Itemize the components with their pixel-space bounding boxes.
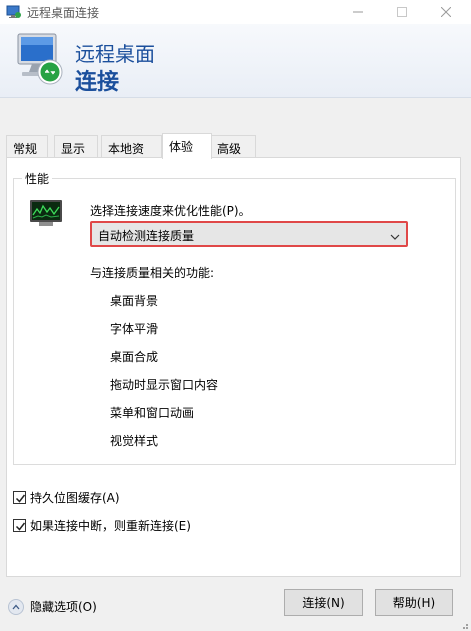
feature-item: 桌面背景 xyxy=(110,294,159,308)
banner-title-line1: 远程桌面 xyxy=(75,42,155,66)
connect-button-label: 连接(N) xyxy=(302,596,345,610)
hide-options-toggle[interactable]: 隐藏选项(O) xyxy=(8,598,97,615)
resize-grip-icon[interactable] xyxy=(459,619,469,629)
bitmap-cache-option[interactable]: 持久位图缓存(A) xyxy=(13,489,120,506)
tab-experience[interactable]: 体验 xyxy=(162,133,212,159)
chevron-down-icon xyxy=(390,230,400,240)
close-button[interactable] xyxy=(424,0,468,24)
help-button[interactable]: 帮助(H) xyxy=(375,589,453,616)
tab-label: 常规 xyxy=(13,142,38,156)
connection-speed-select[interactable]: 自动检测连接质量 xyxy=(90,221,408,247)
feature-item: 拖动时显示窗口内容 xyxy=(110,378,219,392)
tab-label: 显示 xyxy=(61,142,86,156)
performance-monitor-icon xyxy=(29,199,63,227)
feature-item: 字体平滑 xyxy=(110,322,159,336)
banner-title-line2: 连接 xyxy=(75,70,120,95)
performance-group-label: 性能 xyxy=(22,170,53,187)
reconnect-label: 如果连接中断，则重新连接(E) xyxy=(30,519,191,533)
tab-label: 体验 xyxy=(169,140,194,154)
tab-display[interactable]: 显示 xyxy=(54,135,98,158)
reconnect-option[interactable]: 如果连接中断，则重新连接(E) xyxy=(13,517,191,534)
reconnect-checkbox[interactable] xyxy=(13,519,26,532)
tab-label: 高级 xyxy=(217,142,242,156)
connect-button[interactable]: 连接(N) xyxy=(284,589,363,616)
help-button-label: 帮助(H) xyxy=(392,596,436,610)
window-title: 远程桌面连接 xyxy=(27,6,100,20)
feature-item: 视觉样式 xyxy=(110,434,159,448)
minimize-button[interactable] xyxy=(336,0,380,24)
remote-desktop-monitor-icon xyxy=(12,32,66,88)
chevron-up-icon xyxy=(8,598,24,615)
related-features-label: 与连接质量相关的功能: xyxy=(90,266,215,280)
feature-item: 桌面合成 xyxy=(110,350,159,364)
speed-prompt-label: 选择连接速度来优化性能(P)。 xyxy=(90,204,251,218)
feature-item: 菜单和窗口动画 xyxy=(110,406,195,420)
remote-desktop-app-icon xyxy=(6,5,22,19)
tab-advanced[interactable]: 高级 xyxy=(210,135,256,158)
hide-options-label: 隐藏选项(O) xyxy=(30,600,97,614)
performance-group: 性能 选择连接速度来优化性能(P)。 自动检测连接质量 与连接质量相关的功能: … xyxy=(13,170,456,465)
bitmap-cache-checkbox[interactable] xyxy=(13,491,26,504)
header-banner: 远程桌面 连接 xyxy=(0,24,471,98)
tab-panel-experience: 性能 选择连接速度来优化性能(P)。 自动检测连接质量 与连接质量相关的功能: … xyxy=(6,157,461,577)
close-icon xyxy=(441,7,451,17)
maximize-button[interactable] xyxy=(380,0,424,24)
connection-speed-value: 自动检测连接质量 xyxy=(98,229,195,243)
bitmap-cache-label: 持久位图缓存(A) xyxy=(30,491,120,505)
tab-general[interactable]: 常规 xyxy=(6,135,48,158)
title-bar: 远程桌面连接 xyxy=(0,0,471,24)
tab-local-resources[interactable]: 本地资源 xyxy=(101,135,162,173)
